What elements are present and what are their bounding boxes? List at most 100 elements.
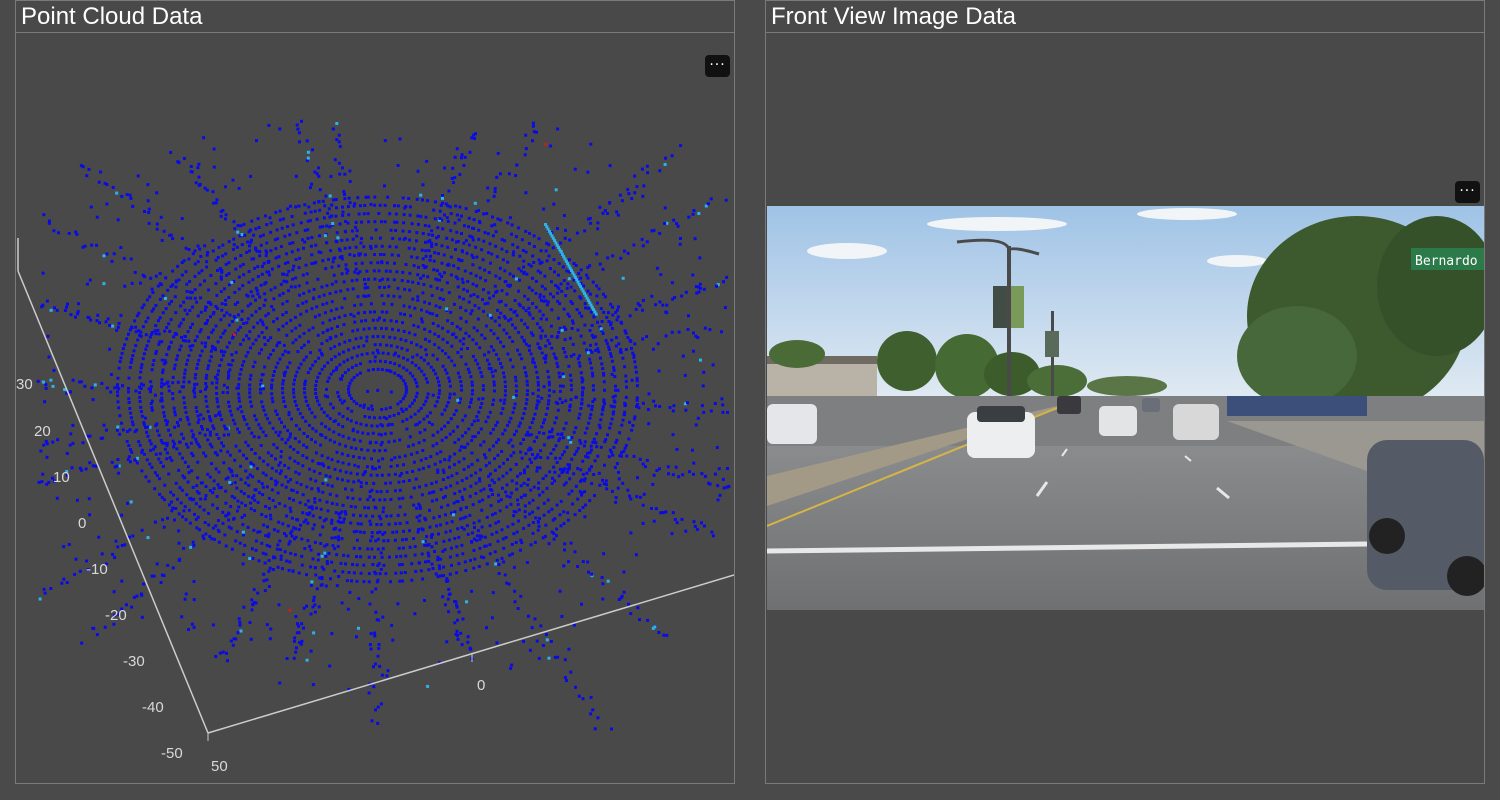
point-cloud-point: [344, 444, 348, 448]
point-cloud-point: [473, 557, 477, 561]
point-cloud-point: [330, 518, 334, 522]
point-cloud-point: [537, 431, 541, 435]
point-cloud-point: [480, 333, 484, 337]
point-cloud-point: [721, 410, 725, 414]
point-cloud-point: [308, 367, 312, 371]
point-cloud-point: [249, 240, 253, 244]
point-cloud-point: [347, 368, 350, 372]
point-cloud-point: [193, 376, 197, 380]
point-cloud-point: [245, 334, 248, 338]
point-cloud-point: [580, 401, 584, 405]
point-cloud-point: [208, 415, 211, 419]
point-cloud-point: [578, 354, 581, 358]
point-cloud-point: [544, 474, 548, 478]
front-view-more-button[interactable]: ···: [1455, 181, 1480, 203]
point-cloud-point: [314, 479, 318, 483]
point-cloud-point: [503, 269, 507, 273]
point-cloud-point: [683, 373, 687, 377]
point-cloud-point: [328, 475, 332, 479]
point-cloud-point: [188, 344, 192, 348]
point-cloud-point: [362, 403, 366, 407]
point-cloud-point: [188, 521, 192, 525]
point-cloud-point: [139, 405, 143, 409]
point-cloud-point: [47, 480, 51, 484]
point-cloud-point: [281, 396, 285, 400]
point-cloud-point: [554, 357, 558, 361]
point-cloud-point: [138, 443, 142, 447]
point-cloud-point: [601, 582, 605, 586]
point-cloud-point: [641, 503, 645, 507]
point-cloud-point: [549, 292, 552, 296]
point-cloud-point: [225, 651, 228, 655]
point-cloud-point: [399, 554, 403, 558]
point-cloud-point: [678, 242, 682, 246]
point-cloud-point: [214, 414, 217, 418]
point-cloud-point: [271, 426, 275, 430]
point-cloud-point: [311, 326, 315, 330]
point-cloud-point: [532, 439, 536, 443]
point-cloud-point: [177, 559, 181, 562]
point-cloud-point: [395, 464, 399, 468]
point-cloud-point: [359, 371, 362, 375]
point-cloud-point: [237, 287, 241, 291]
point-cloud-point: [586, 289, 590, 293]
point-cloud-point: [205, 373, 209, 377]
point-cloud-point: [347, 571, 351, 574]
point-cloud-more-button[interactable]: ···: [705, 55, 730, 77]
point-cloud-point: [244, 469, 248, 473]
point-cloud-point: [242, 415, 245, 419]
point-cloud-point: [570, 302, 574, 305]
point-cloud-point: [362, 278, 366, 281]
point-cloud-point: [187, 628, 190, 631]
point-cloud-point: [499, 311, 503, 315]
point-cloud-point: [556, 402, 560, 405]
point-cloud-point: [677, 330, 681, 334]
point-cloud-point: [491, 427, 495, 431]
point-cloud-point: [310, 262, 314, 265]
point-cloud-point: [337, 433, 341, 437]
point-cloud-point: [172, 445, 176, 449]
point-cloud-point: [227, 261, 231, 265]
point-cloud-point: [569, 373, 572, 377]
point-cloud-point: [279, 557, 283, 561]
point-cloud-point: [310, 307, 314, 311]
point-cloud-point: [228, 481, 232, 484]
point-cloud-point: [195, 382, 199, 386]
point-cloud-point: [196, 476, 200, 480]
point-cloud-point: [464, 239, 468, 243]
point-cloud-point: [592, 473, 596, 476]
point-cloud-point: [150, 287, 154, 291]
point-cloud-point: [286, 438, 290, 442]
point-cloud-point: [500, 528, 504, 532]
point-cloud-point: [393, 362, 397, 366]
point-cloud-point: [453, 452, 457, 456]
point-cloud-point: [421, 577, 425, 581]
point-cloud-point: [340, 306, 344, 310]
point-cloud-plot[interactable]: 30 20 10 0 -10 -20 -30 -40 -50 50 0: [16, 33, 734, 783]
point-cloud-point: [301, 493, 305, 497]
point-cloud-point: [510, 663, 514, 667]
point-cloud-point: [449, 255, 453, 259]
point-cloud-point: [579, 479, 582, 483]
point-cloud-point: [278, 548, 282, 552]
point-cloud-point: [224, 514, 228, 518]
point-cloud-point: [371, 335, 375, 339]
point-cloud-point: [178, 418, 182, 422]
point-cloud-point: [504, 490, 508, 494]
point-cloud-point: [626, 336, 630, 340]
point-cloud-point: [378, 465, 381, 469]
point-cloud-point: [295, 231, 299, 235]
point-cloud-point: [542, 443, 546, 447]
point-cloud-point: [537, 346, 541, 349]
point-cloud-point: [197, 162, 201, 166]
point-cloud-point: [500, 365, 504, 369]
point-cloud-point: [424, 265, 428, 269]
point-cloud-point: [487, 291, 491, 295]
point-cloud-point: [550, 308, 554, 312]
point-cloud-point: [518, 353, 522, 356]
point-cloud-point: [709, 409, 713, 413]
point-cloud-point: [238, 541, 242, 545]
point-cloud-point: [331, 406, 335, 410]
point-cloud-point: [250, 219, 254, 223]
point-cloud-point: [489, 329, 493, 332]
